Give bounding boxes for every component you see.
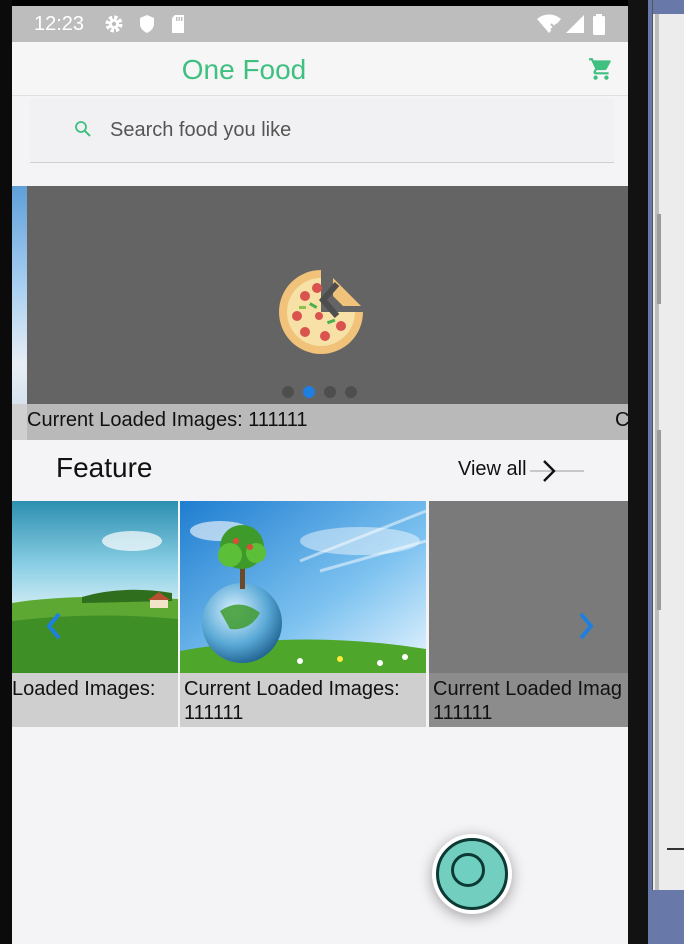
app-title: One Food (181, 54, 307, 85)
landscape-image (12, 501, 178, 673)
search-input[interactable]: Search food you like (30, 99, 614, 163)
battery-icon (592, 14, 606, 41)
chevron-right-icon (574, 612, 598, 648)
status-time: 12:23 (34, 13, 85, 35)
chevron-left-icon (42, 612, 66, 648)
feature-gallery[interactable]: Loaded Images: Current Loaded Images: 11… (12, 501, 628, 727)
view-all-button[interactable]: View all (458, 456, 586, 486)
carousel-dot[interactable] (324, 386, 336, 398)
cart-icon[interactable] (588, 56, 614, 87)
sdcard-icon (170, 14, 186, 39)
carousel-prev-caption (12, 404, 27, 440)
search-placeholder: Search food you like (110, 119, 292, 141)
loading-placeholder-image (429, 501, 628, 673)
wifi-icon (536, 14, 562, 39)
gear-icon (104, 14, 124, 39)
app-bar: One Food (12, 42, 628, 96)
caption-line: 111111 (433, 702, 493, 724)
feature-section-title: Feature (56, 452, 153, 483)
search-icon (74, 120, 92, 143)
carousel-next-caption: C (613, 404, 628, 440)
caption-line: Loaded Images: (12, 678, 156, 700)
earth-tree-image (180, 501, 426, 673)
arrow-right-icon (530, 456, 586, 491)
gallery-next-button[interactable] (574, 608, 598, 644)
gallery-card-caption: Current Loaded Images: 111111 (180, 673, 426, 727)
gallery-card[interactable]: Current Loaded Imag 111111 (429, 501, 628, 727)
carousel-dot[interactable] (345, 386, 357, 398)
carousel-prev-slide[interactable] (12, 186, 27, 440)
circle-icon (451, 853, 485, 887)
carousel-dot-active[interactable] (303, 386, 315, 398)
desktop-window-edge (652, 0, 684, 890)
gallery-prev-button[interactable] (42, 608, 66, 644)
carousel-caption: Current Loaded Images: 111111 (27, 404, 613, 440)
floating-action-button[interactable] (432, 834, 512, 914)
carousel-current-slide[interactable] (27, 186, 613, 440)
view-all-label: View all (458, 458, 527, 480)
signal-icon (565, 14, 585, 39)
phone-frame-left (0, 0, 12, 944)
phone-screen: 12:23 One Food Search food you like Curr… (12, 6, 628, 944)
caption-line: Current Loaded Imag (433, 678, 623, 700)
gallery-card-caption: Loaded Images: (12, 673, 178, 727)
caption-line: 111111 (184, 702, 244, 724)
gallery-card[interactable]: Loaded Images: (12, 501, 178, 727)
image-carousel[interactable]: Current Loaded Images: 111111 C (12, 186, 628, 440)
carousel-indicator (282, 386, 362, 400)
carousel-next-slide[interactable] (613, 186, 628, 440)
gallery-card-caption: Current Loaded Imag 111111 (429, 673, 628, 727)
shield-icon (138, 14, 156, 39)
caption-line: Current Loaded Images: (184, 678, 400, 700)
carousel-dot[interactable] (282, 386, 294, 398)
gallery-card[interactable]: Current Loaded Images: 111111 (180, 501, 426, 727)
phone-frame-right (628, 0, 648, 944)
pizza-icon (275, 266, 367, 363)
status-bar: 12:23 (12, 6, 628, 42)
